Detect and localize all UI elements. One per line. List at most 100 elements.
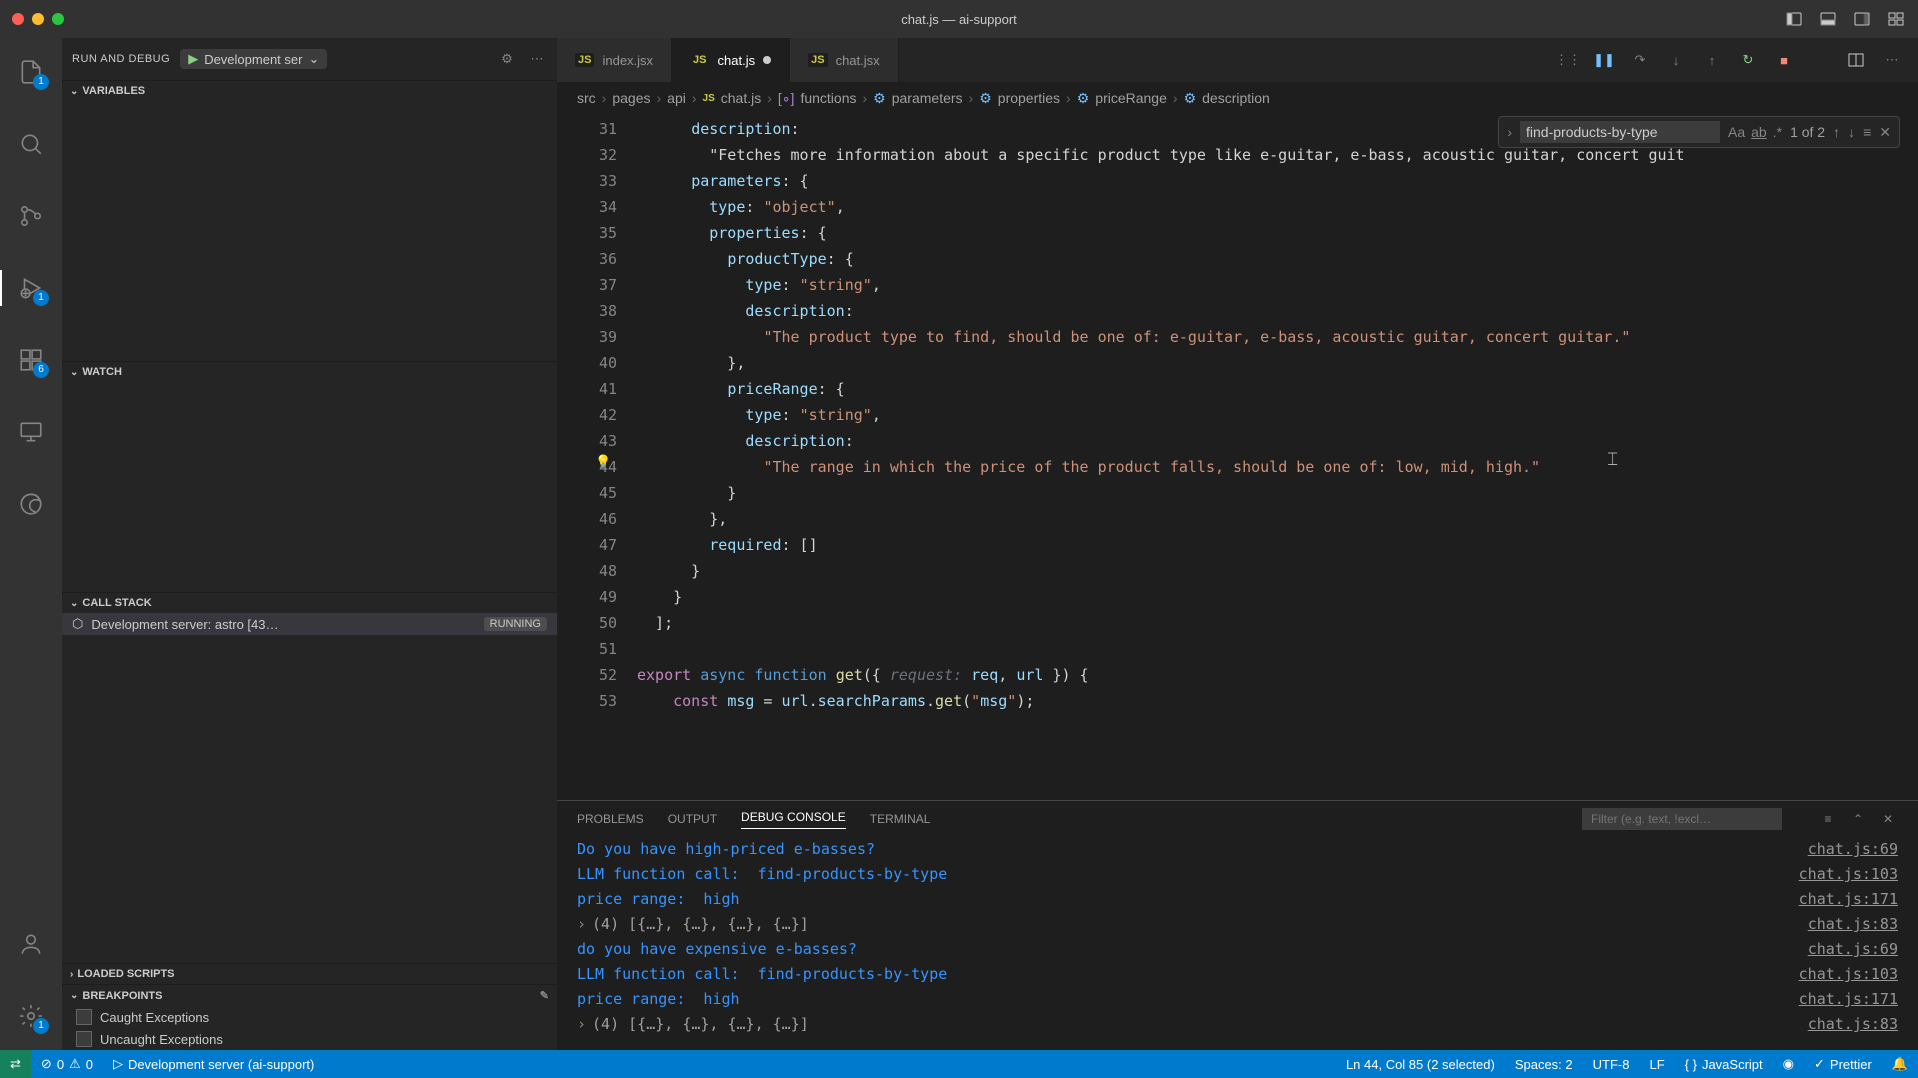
- callstack-item[interactable]: ⬡ Development server: astro [43… RUNNING: [62, 613, 557, 635]
- tab-index-jsx[interactable]: JS index.jsx: [557, 38, 672, 82]
- console-line[interactable]: LLM function call: find-products-by-type…: [577, 962, 1898, 987]
- step-over-icon[interactable]: ↷: [1630, 50, 1650, 70]
- chevron-down-icon[interactable]: ⌄: [308, 51, 319, 67]
- close-find-icon[interactable]: ✕: [1879, 124, 1891, 141]
- telemetry-icon[interactable]: ◉: [1773, 1056, 1804, 1072]
- bc-pages[interactable]: pages: [612, 90, 650, 106]
- bp-uncaught[interactable]: Uncaught Exceptions: [62, 1028, 557, 1050]
- extensions-tab[interactable]: 6: [7, 336, 55, 384]
- match-word-icon[interactable]: ab: [1751, 124, 1767, 140]
- debug-console-tab[interactable]: DEBUG CONSOLE: [741, 810, 846, 829]
- restart-icon[interactable]: ↻: [1738, 50, 1758, 70]
- next-match-icon[interactable]: ↓: [1848, 124, 1855, 140]
- console-line[interactable]: price range: highchat.js:171: [577, 987, 1898, 1012]
- tree-view-icon[interactable]: ≡: [1818, 809, 1838, 829]
- code-content[interactable]: description: "Fetches more information a…: [637, 114, 1918, 800]
- code-editor[interactable]: › Aa ab .* 1 of 2 ↑ ↓ ≡ ✕ 31323334353637…: [557, 114, 1918, 800]
- remote-indicator[interactable]: ⇄: [0, 1050, 31, 1078]
- encoding[interactable]: UTF-8: [1583, 1056, 1640, 1072]
- settings-tab[interactable]: 1: [7, 992, 55, 1040]
- find-expand-icon[interactable]: ›: [1507, 124, 1512, 140]
- status-bar: ⇄ ⊘0 ⚠0 ▷ Development server (ai-support…: [0, 1050, 1918, 1078]
- console-line[interactable]: Do you have high-priced e-basses?chat.js…: [577, 837, 1898, 862]
- terminal-tab[interactable]: TERMINAL: [870, 812, 931, 826]
- start-debug-icon[interactable]: ▶: [188, 51, 198, 67]
- find-input[interactable]: [1520, 121, 1720, 143]
- console-filter-input[interactable]: [1582, 808, 1782, 830]
- panel-left-icon[interactable]: [1784, 9, 1804, 29]
- prettier-status[interactable]: ✓ Prettier: [1804, 1056, 1882, 1072]
- minimize-window[interactable]: [32, 13, 44, 25]
- launch-config[interactable]: ▶ Development ser ⌄: [180, 49, 327, 69]
- output-tab[interactable]: OUTPUT: [668, 812, 717, 826]
- edit-icon[interactable]: ✎: [540, 989, 549, 1002]
- edge-tools-tab[interactable]: [7, 480, 55, 528]
- checkbox[interactable]: [76, 1031, 92, 1047]
- loaded-scripts-section[interactable]: › LOADED SCRIPTS: [62, 964, 557, 984]
- console-line[interactable]: LLM function call: find-products-by-type…: [577, 862, 1898, 887]
- more-icon[interactable]: ⋯: [527, 49, 547, 69]
- gear-icon[interactable]: ⚙: [497, 49, 517, 69]
- watch-section[interactable]: ⌄ WATCH: [62, 362, 557, 382]
- match-case-icon[interactable]: Aa: [1728, 124, 1745, 140]
- more-actions-icon[interactable]: ⋯: [1882, 50, 1902, 70]
- breadcrumbs[interactable]: src› pages› api› JS chat.js› [∘] functio…: [557, 82, 1918, 114]
- panel-right-icon[interactable]: [1852, 9, 1872, 29]
- accounts-tab[interactable]: [7, 920, 55, 968]
- language-mode[interactable]: { } JavaScript: [1675, 1056, 1773, 1072]
- step-into-icon[interactable]: ↓: [1666, 50, 1686, 70]
- indentation[interactable]: Spaces: 2: [1505, 1056, 1583, 1072]
- console-line[interactable]: ›(4) [{…}, {…}, {…}, {…}]chat.js:83: [577, 912, 1898, 937]
- debug-tab[interactable]: 1: [7, 264, 55, 312]
- bc-priceRange[interactable]: priceRange: [1095, 90, 1167, 106]
- find-in-selection-icon[interactable]: ≡: [1863, 124, 1871, 140]
- scm-tab[interactable]: [7, 192, 55, 240]
- debug-target[interactable]: ▷ Development server (ai-support): [103, 1056, 324, 1072]
- console-line[interactable]: ›(4) [{…}, {…}, {…}, {…}]chat.js:83: [577, 1012, 1898, 1037]
- bc-parameters[interactable]: parameters: [892, 90, 963, 106]
- run-debug-label: RUN AND DEBUG: [72, 53, 170, 65]
- checkbox[interactable]: [76, 1009, 92, 1025]
- customize-layout-icon[interactable]: [1886, 9, 1906, 29]
- step-out-icon[interactable]: ↑: [1702, 50, 1722, 70]
- notifications-icon[interactable]: 🔔: [1882, 1056, 1918, 1072]
- console-line[interactable]: price range: highchat.js:171: [577, 887, 1898, 912]
- panel-bottom-icon[interactable]: [1818, 9, 1838, 29]
- drag-handle-icon[interactable]: ⋮⋮: [1558, 50, 1578, 70]
- breakpoints-section[interactable]: ⌄ BREAKPOINTS ✎: [62, 985, 557, 1006]
- tab-chat-jsx[interactable]: JS chat.jsx: [790, 38, 899, 82]
- remote-explorer-tab[interactable]: [7, 408, 55, 456]
- bc-description[interactable]: description: [1202, 90, 1270, 106]
- problems-tab[interactable]: PROBLEMS: [577, 812, 644, 826]
- prev-match-icon[interactable]: ↑: [1833, 124, 1840, 140]
- debug-console-body[interactable]: Do you have high-priced e-basses?chat.js…: [557, 837, 1918, 1050]
- variables-section[interactable]: ⌄ VARIABLES: [62, 81, 557, 101]
- console-prompt[interactable]: ›: [577, 1037, 1898, 1050]
- chevron-up-icon[interactable]: ⌃: [1848, 809, 1868, 829]
- tab-chat-js[interactable]: JS chat.js: [672, 38, 790, 82]
- bc-src[interactable]: src: [577, 90, 596, 106]
- search-tab[interactable]: [7, 120, 55, 168]
- regex-icon[interactable]: .*: [1773, 124, 1782, 140]
- close-panel-icon[interactable]: ✕: [1878, 809, 1898, 829]
- bc-file[interactable]: chat.js: [721, 90, 761, 106]
- errors-warnings[interactable]: ⊘0 ⚠0: [31, 1056, 103, 1072]
- bc-functions[interactable]: functions: [800, 90, 856, 106]
- bc-properties[interactable]: properties: [998, 90, 1060, 106]
- bottom-panel: PROBLEMS OUTPUT DEBUG CONSOLE TERMINAL ≡…: [557, 800, 1918, 1050]
- close-window[interactable]: [12, 13, 24, 25]
- pause-icon[interactable]: ❚❚: [1594, 50, 1614, 70]
- cursor-position[interactable]: Ln 44, Col 85 (2 selected): [1336, 1056, 1505, 1072]
- bp-caught[interactable]: Caught Exceptions: [62, 1006, 557, 1028]
- loaded-scripts-label: LOADED SCRIPTS: [77, 968, 174, 980]
- callstack-section[interactable]: ⌄ CALL STACK: [62, 593, 557, 613]
- eol[interactable]: LF: [1639, 1056, 1674, 1072]
- maximize-window[interactable]: [52, 13, 64, 25]
- bc-api[interactable]: api: [667, 90, 686, 106]
- explorer-badge: 1: [33, 74, 49, 90]
- console-line[interactable]: do you have expensive e-basses?chat.js:6…: [577, 937, 1898, 962]
- split-editor-icon[interactable]: [1846, 50, 1866, 70]
- explorer-tab[interactable]: 1: [7, 48, 55, 96]
- lightbulb-icon[interactable]: 💡: [595, 454, 611, 470]
- stop-icon[interactable]: ■: [1774, 50, 1794, 70]
